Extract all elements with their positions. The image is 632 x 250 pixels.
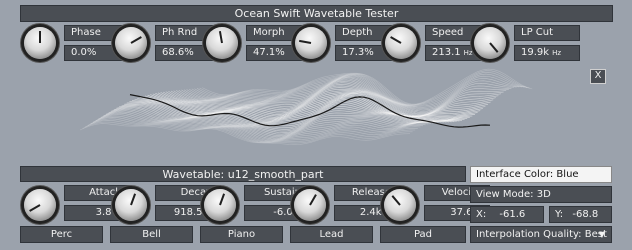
y-label: Y: bbox=[555, 209, 564, 220]
release-knob[interactable] bbox=[294, 189, 326, 221]
chevron-down-icon: ▼ bbox=[598, 230, 605, 239]
knob-indicator bbox=[218, 31, 223, 44]
ph-rnd-knob[interactable] bbox=[115, 27, 147, 59]
preset-bell-button[interactable]: Bell bbox=[110, 226, 193, 243]
view-mode-selector[interactable]: View Mode: 3D bbox=[470, 186, 612, 203]
interpolation-label: Interpolation Quality: Best bbox=[476, 229, 607, 240]
x-coordinate-display: X: -61.6 bbox=[470, 206, 544, 223]
morph-knob[interactable] bbox=[206, 27, 238, 59]
wavetable-name-bar[interactable]: Wavetable: u12_smooth_part bbox=[20, 166, 466, 182]
lp-cut-label: LP Cut bbox=[514, 25, 580, 41]
knob-indicator bbox=[391, 195, 401, 206]
depth-knob[interactable] bbox=[295, 27, 327, 59]
x-label: X: bbox=[476, 209, 487, 220]
interpolation-quality-dropdown[interactable]: Interpolation Quality: Best ▼ bbox=[470, 226, 612, 243]
knob-indicator bbox=[219, 193, 226, 206]
knob-indicator bbox=[130, 36, 142, 44]
interface-color-selector[interactable]: Interface Color: Blue bbox=[470, 166, 612, 183]
knob-indicator bbox=[390, 36, 402, 44]
close-button[interactable]: X bbox=[590, 69, 606, 84]
y-value: -68.8 bbox=[572, 209, 599, 220]
knob-indicator bbox=[489, 42, 499, 53]
preset-piano-button[interactable]: Piano bbox=[200, 226, 283, 243]
phase-knob[interactable] bbox=[24, 27, 56, 59]
sustain-knob[interactable] bbox=[204, 189, 236, 221]
preset-lead-button[interactable]: Lead bbox=[290, 226, 373, 243]
preset-pad-button[interactable]: Pad bbox=[380, 226, 466, 243]
wavetable-name: Wavetable: u12_smooth_part bbox=[162, 168, 324, 181]
decay-knob[interactable] bbox=[115, 189, 147, 221]
attack-knob[interactable] bbox=[24, 189, 56, 221]
wavetable-frames bbox=[79, 68, 533, 145]
knob-indicator bbox=[29, 204, 41, 212]
speed-knob[interactable] bbox=[385, 27, 417, 59]
y-coordinate-display: Y: -68.8 bbox=[549, 206, 612, 223]
velocity-knob[interactable] bbox=[384, 189, 416, 221]
knob-indicator bbox=[39, 31, 41, 43]
wavetable-display[interactable] bbox=[0, 68, 632, 158]
preset-perc-button[interactable]: Perc bbox=[20, 226, 103, 243]
knob-indicator bbox=[309, 194, 317, 206]
knob-indicator bbox=[130, 193, 137, 206]
lp-cut-knob[interactable] bbox=[474, 27, 506, 59]
lp-cut-value[interactable]: 19.9k Hz bbox=[514, 45, 580, 61]
knob-indicator bbox=[299, 39, 312, 44]
app-title: Ocean Swift Wavetable Tester bbox=[234, 7, 399, 20]
x-value: -61.6 bbox=[499, 209, 526, 220]
title-bar: Ocean Swift Wavetable Tester bbox=[20, 5, 613, 22]
